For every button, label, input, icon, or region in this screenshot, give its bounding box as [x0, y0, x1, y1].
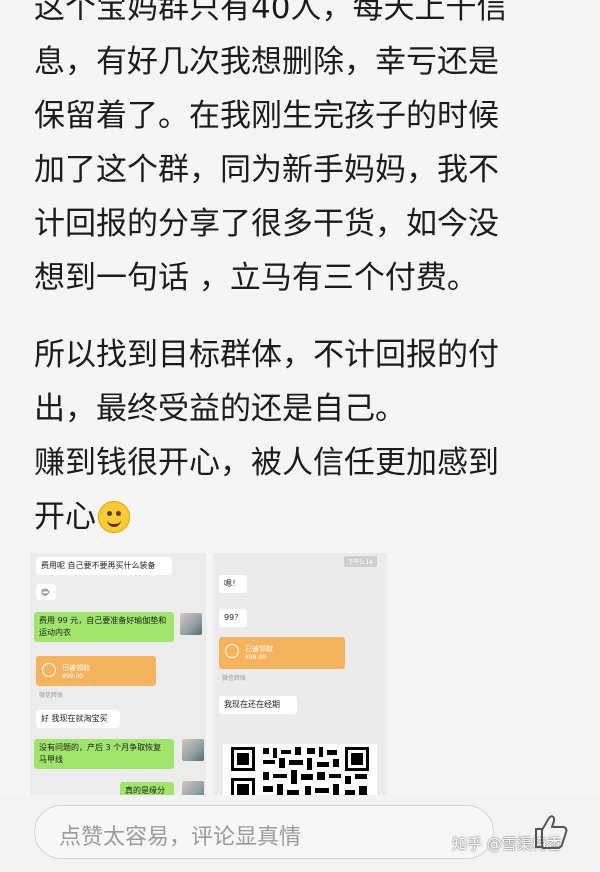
- comment-bar: 点赞太容易，评论显真情 知乎 @雪渠梅香: [0, 795, 600, 872]
- comment-input[interactable]: 点赞太容易，评论显真情: [34, 805, 494, 859]
- chat-screenshot-right[interactable]: 下午5:14 嗯！ 99？ 已被领取 ¥99.00 微信转账 我现在还在经期: [213, 553, 387, 795]
- chat-message: 费用呢 自己要不要再买什么装备: [36, 557, 172, 575]
- avatar: [182, 781, 204, 795]
- chat-message: 99？: [219, 609, 247, 627]
- transfer-note: 微信转账: [222, 675, 247, 682]
- check-circle-icon: [42, 663, 56, 677]
- transfer-amount: ¥99.00: [62, 673, 83, 680]
- check-circle-icon: [225, 644, 239, 658]
- chat-message: 没有问题的，产后 3 个月争取恢复马甲线: [34, 739, 174, 769]
- avatar: [182, 739, 204, 761]
- transfer-card: 已被领取 ¥99.00: [219, 637, 345, 669]
- avatar: [180, 613, 202, 635]
- transfer-title: 已被领取: [245, 645, 273, 653]
- transfer-amount: ¥99.00: [245, 654, 266, 661]
- chat-screenshot-left[interactable]: 费用呢 自己要不要再买什么装备 😊 费用 99 元，自己要准备好瑜伽垫和运动内衣…: [30, 553, 206, 795]
- thumbs-up-icon[interactable]: [530, 813, 570, 851]
- chat-message: 费用 99 元，自己要准备好瑜伽垫和运动内衣: [34, 612, 174, 642]
- emoji-message: 😊: [36, 584, 56, 600]
- post-paragraph-2: 所以找到目标群体，不计回报的付 出，最终受益的还是自己。 赚到钱很开心，被人信任…: [34, 328, 574, 544]
- chat-message: 嗯！: [219, 575, 247, 593]
- message-time: 下午5:14: [343, 556, 377, 567]
- transfer-card: 已被领取 ¥99.00: [36, 656, 156, 686]
- smile-emoji-icon: [98, 501, 130, 533]
- comment-placeholder: 点赞太容易，评论显真情: [59, 825, 302, 850]
- chat-message: 好 我现在就淘宝买: [36, 710, 120, 728]
- transfer-title: 已被领取: [62, 664, 90, 672]
- post-content: 这个宝妈群只有40人，每天上千信 息，有好几次我想删除，幸亏还是 保留着了。在我…: [0, 0, 600, 795]
- post-paragraph-1: 这个宝妈群只有40人，每天上千信 息，有好几次我想删除，幸亏还是 保留着了。在我…: [34, 0, 508, 296]
- qr-code-image: [223, 744, 377, 795]
- chat-message: 我现在还在经期: [219, 696, 297, 714]
- transfer-note: 微信转账: [39, 692, 64, 699]
- chat-message: 真的是缘分: [120, 782, 174, 795]
